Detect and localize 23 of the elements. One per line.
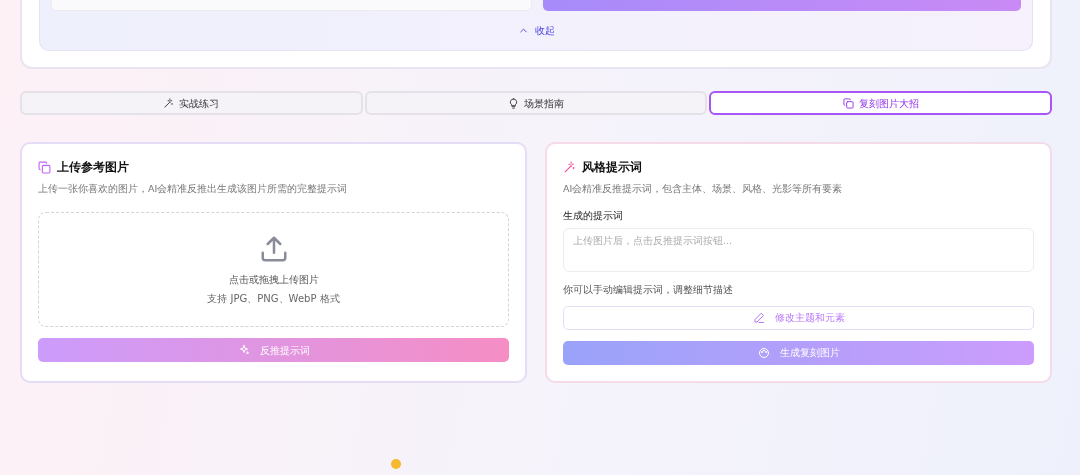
sparkle-icon [237, 344, 250, 357]
field-label: 生成的提示词 [563, 209, 624, 224]
pencil-icon [752, 311, 765, 324]
tab[interactable]: 场景指南 [364, 91, 708, 115]
status-dot-icon [391, 458, 401, 469]
dropzone-prompt: 点击或拖拽上传图片 [228, 272, 319, 287]
card-title: 风格提示词 [582, 159, 642, 176]
copy-icon [842, 97, 854, 109]
collapse-link[interactable]: 收起 [517, 23, 555, 38]
card-subtitle: AI会精准反推提示词，包含主体、场景、风格、光影等所有要素 [563, 182, 844, 196]
palette-icon [757, 346, 770, 359]
prompt-field[interactable]: 上传图片后，点击反推提示词按钮... [563, 228, 1034, 273]
upload-dropzone[interactable]: 点击或拖拽上传图片 支持 JPG、PNG、WebP 格式 [38, 212, 509, 328]
field-hint: 你可以手动编辑提示词，调整细节描述 [563, 282, 734, 297]
tab[interactable]: 实战练习 [20, 91, 363, 115]
card-title: 上传参考图片 [57, 159, 129, 176]
magic-wand-icon [163, 97, 175, 109]
lightbulb-icon [508, 97, 519, 109]
copy-icon [38, 160, 51, 174]
magic-wand-icon [563, 160, 576, 174]
format-hint: 支持 JPG、PNG、WebP 格式 [207, 291, 340, 306]
card-subtitle: 上传一张你喜欢的图片，AI会精准反推出生成该图片所需的完整提示词 [38, 182, 349, 196]
tab[interactable]: 复刻图片大招 [709, 91, 1052, 115]
